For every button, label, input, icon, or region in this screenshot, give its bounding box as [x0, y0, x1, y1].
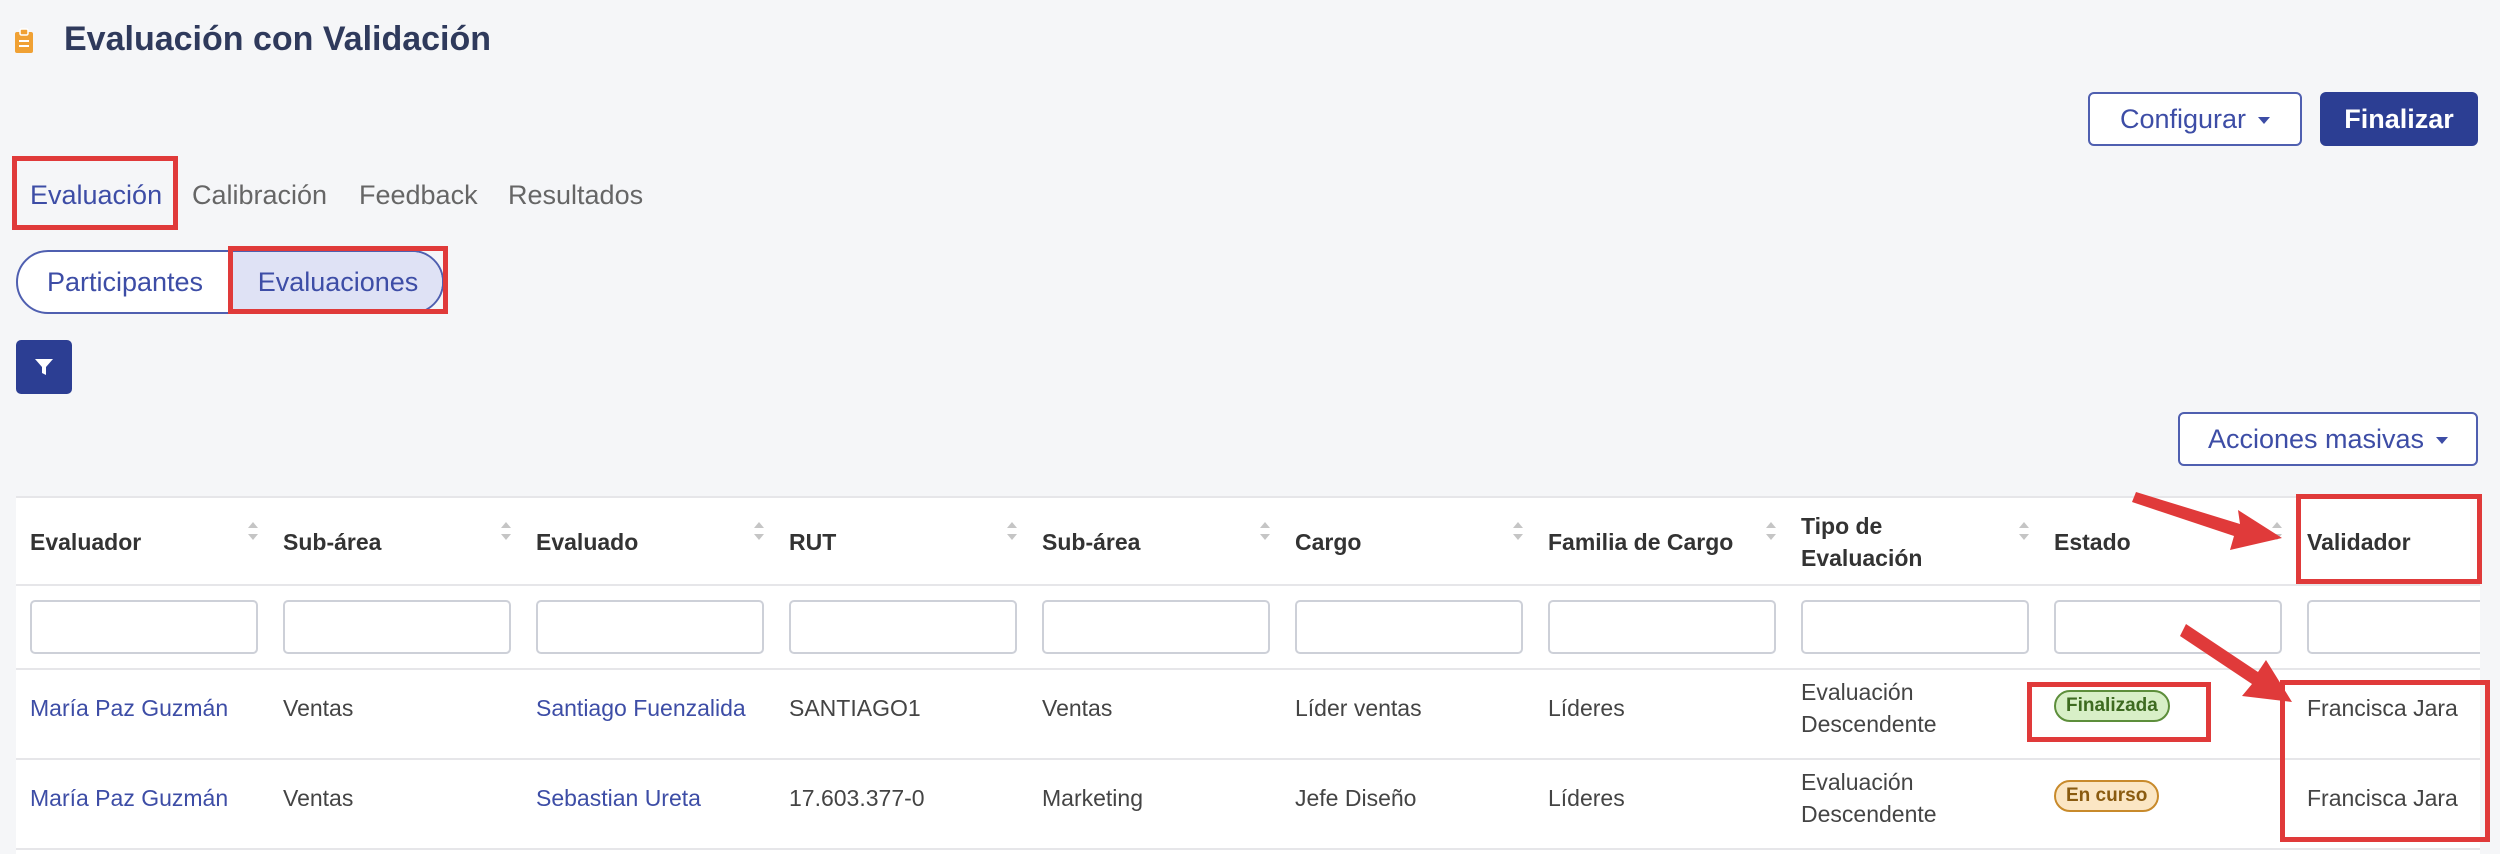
col-tipo-evaluacion[interactable]: Tipo de Evaluación: [1801, 510, 1981, 574]
col-rut[interactable]: RUT: [789, 526, 836, 558]
segment-participantes[interactable]: Participantes: [18, 252, 232, 312]
tab-resultados[interactable]: Resultados: [508, 180, 643, 211]
sort-icon[interactable]: [1513, 522, 1523, 540]
caret-down-icon: [2436, 437, 2449, 444]
filter-input-familia-cargo[interactable]: [1548, 600, 1776, 654]
cell-tipo-line2: Descendente: [1801, 801, 1937, 827]
configure-label: Configurar: [2119, 103, 2247, 134]
filter-button[interactable]: [16, 340, 72, 394]
col-evaluado[interactable]: Evaluado: [536, 526, 638, 558]
filter-input-validador[interactable]: [2307, 600, 2480, 654]
col-subarea[interactable]: Sub-área: [283, 526, 381, 558]
col-subarea-2[interactable]: Sub-área: [1042, 526, 1140, 558]
cell-subarea: Ventas: [283, 785, 354, 811]
tab-calibracion[interactable]: Calibración: [192, 180, 327, 211]
filter-input-evaluador[interactable]: [30, 600, 258, 654]
evaluations-table: Evaluador Sub-área Evaluado RUT Sub-área…: [16, 496, 2480, 854]
table-divider: [16, 584, 2480, 586]
cell-tipo-line1: Evaluación: [1801, 769, 1914, 795]
cell-cargo: Jefe Diseño: [1295, 785, 1417, 811]
bulk-actions-button[interactable]: Acciones masivas: [2178, 412, 2478, 466]
filter-input-cargo[interactable]: [1295, 600, 1523, 654]
bulk-actions-label: Acciones masivas: [2207, 423, 2425, 454]
col-estado[interactable]: Estado: [2054, 526, 2131, 558]
table-divider: [16, 848, 2480, 850]
highlight-col-validador: [2296, 494, 2482, 584]
cell-tipo-line1: Evaluación: [1801, 679, 1914, 705]
cell-evaluador[interactable]: María Paz Guzmán: [30, 692, 228, 724]
sort-icon[interactable]: [1260, 522, 1270, 540]
sort-icon[interactable]: [501, 522, 511, 540]
sort-icon[interactable]: [248, 522, 258, 540]
table-divider: [16, 668, 2480, 670]
table-divider: [16, 496, 2480, 498]
cell-familia: Líderes: [1548, 695, 1625, 721]
cell-evaluado[interactable]: Santiago Fuenzalida: [536, 692, 746, 724]
cell-familia: Líderes: [1548, 785, 1625, 811]
highlight-tab-evaluacion: [12, 156, 178, 230]
status-badge: En curso: [2054, 780, 2160, 812]
filter-input-evaluado[interactable]: [536, 600, 764, 654]
cell-cargo: Líder ventas: [1295, 695, 1422, 721]
finish-button[interactable]: Finalizar: [2320, 92, 2478, 146]
filter-input-tipo-evaluacion[interactable]: [1801, 600, 2029, 654]
cell-evaluado[interactable]: Sebastian Ureta: [536, 782, 701, 814]
cell-subarea-2: Marketing: [1042, 785, 1143, 811]
col-cargo[interactable]: Cargo: [1295, 526, 1361, 558]
configure-button[interactable]: Configurar: [2088, 92, 2302, 146]
cell-rut: 17.603.377-0: [789, 785, 925, 811]
arrow-icon: [2132, 492, 2282, 550]
table-divider: [16, 758, 2480, 760]
filter-icon: [35, 359, 53, 375]
filter-input-subarea-2[interactable]: [1042, 600, 1270, 654]
col-familia-cargo[interactable]: Familia de Cargo: [1548, 526, 1733, 558]
col-evaluador[interactable]: Evaluador: [30, 526, 141, 558]
cell-rut: SANTIAGO1: [789, 695, 921, 721]
sort-icon[interactable]: [2019, 522, 2029, 540]
cell-subarea: Ventas: [283, 695, 354, 721]
caret-down-icon: [2258, 117, 2271, 124]
arrow-icon: [2180, 624, 2292, 702]
tab-feedback[interactable]: Feedback: [359, 180, 478, 211]
sort-icon[interactable]: [1766, 522, 1776, 540]
cell-tipo-line2: Descendente: [1801, 711, 1937, 737]
filter-input-rut[interactable]: [789, 600, 1017, 654]
clipboard-icon: [15, 28, 33, 53]
sort-icon[interactable]: [1007, 522, 1017, 540]
filter-input-subarea[interactable]: [283, 600, 511, 654]
highlight-segment-evaluaciones: [228, 246, 448, 314]
cell-subarea-2: Ventas: [1042, 695, 1113, 721]
cell-evaluador[interactable]: María Paz Guzmán: [30, 782, 228, 814]
page-title: Evaluación con Validación: [64, 20, 492, 58]
sort-icon[interactable]: [754, 522, 764, 540]
highlight-validador-cells: [2280, 680, 2490, 842]
